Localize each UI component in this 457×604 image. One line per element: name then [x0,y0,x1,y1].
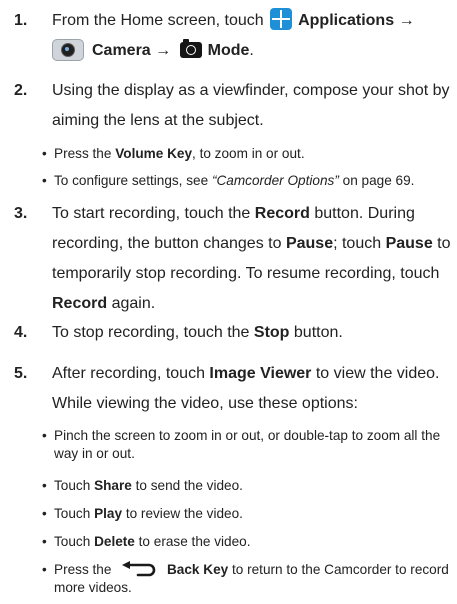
step-5-bullet-4: Touch Delete to erase the video. [42,533,451,551]
camcorder-mode-icon [179,38,202,58]
step-2-bullet-1: Press the Volume Key, to zoom in or out. [42,145,451,163]
step-5-bullet-5: Press the Back Key to return to the Camc… [42,561,451,597]
step-4: 4. To stop recording, touch the Stop but… [14,318,451,348]
camera-icon [52,38,84,61]
step-1: 1. From the Home screen, touch Applicati… [14,6,451,66]
step-5-bullet-2: Touch Share to send the video. [42,477,451,495]
step-number: 3. [14,205,28,222]
step-2-bullet-2: To configure settings, see “Camcorder Op… [42,172,451,190]
step-text: To stop recording, touch the Stop button… [52,324,343,341]
step-5-bullet-1: Pinch the screen to zoom in or out, or d… [42,427,451,463]
step-5: 5. After recording, touch Image Viewer t… [14,359,451,419]
step-text: To start recording, touch the Record but… [52,205,451,312]
step-text: From the Home screen, touch Applications… [52,6,451,66]
back-key-icon [122,561,156,577]
manual-page: 1. From the Home screen, touch Applicati… [0,0,457,604]
step-text: After recording, touch Image Viewer to v… [52,365,440,412]
step-3: 3. To start recording, touch the Record … [14,199,451,319]
step-number: 2. [14,82,28,99]
step-number: 5. [14,365,28,382]
step-2: 2. Using the display as a viewfinder, co… [14,76,451,136]
camcorder-options-link[interactable]: “Camcorder Options” [212,173,339,188]
step-number: 1. [14,12,28,29]
step-5-bullet-3: Touch Play to review the video. [42,505,451,523]
applications-icon [270,7,293,30]
step-number: 4. [14,324,28,341]
step-text: Using the display as a viewfinder, compo… [52,82,450,129]
